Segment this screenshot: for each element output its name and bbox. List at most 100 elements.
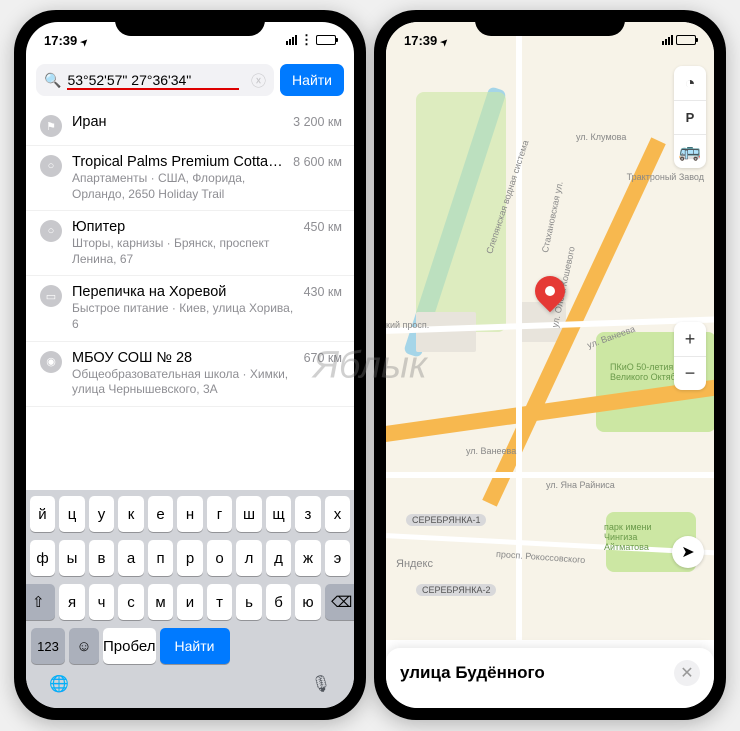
emoji-key[interactable]: ☺ xyxy=(69,628,99,664)
letter-key[interactable]: з xyxy=(295,496,321,532)
result-distance: 450 км xyxy=(304,220,342,234)
road xyxy=(516,22,522,640)
phone-left: 17:39 ⋮ 🔍 53°52'57" 27°36'34" ⓧ Найти xyxy=(14,10,366,720)
result-item[interactable]: ▭ Перепичка на Хоревой Быстрое питание ·… xyxy=(26,276,354,341)
letter-key[interactable]: м xyxy=(148,584,174,620)
letter-key[interactable]: я xyxy=(59,584,85,620)
area-badge: СЕРЕБРЯНКА-1 xyxy=(406,514,486,526)
numbers-key[interactable]: 123 xyxy=(31,628,65,664)
letter-key[interactable]: л xyxy=(236,540,262,576)
letter-key[interactable]: ю xyxy=(295,584,321,620)
result-title: МБОУ СОШ № 28 xyxy=(72,350,300,366)
letter-key[interactable]: в xyxy=(89,540,115,576)
search-button[interactable]: Найти xyxy=(280,64,344,96)
letter-key[interactable]: г xyxy=(207,496,233,532)
letter-key[interactable]: у xyxy=(89,496,115,532)
letter-key[interactable]: т xyxy=(207,584,233,620)
letter-key[interactable]: о xyxy=(207,540,233,576)
park-area xyxy=(416,92,506,332)
map-brand-label: Яндекс xyxy=(396,558,433,570)
location-panel[interactable]: улица Будённого ✕ xyxy=(386,648,714,708)
result-item[interactable]: ○ Tropical Palms Premium Cottage 19 Апар… xyxy=(26,146,354,211)
wifi-icon: ⋮ xyxy=(300,32,313,48)
road xyxy=(386,472,714,478)
result-title: Юпитер xyxy=(72,219,300,235)
letter-key[interactable]: й xyxy=(30,496,56,532)
transit-icon[interactable]: 🚌 xyxy=(674,134,706,168)
space-key[interactable]: Пробел xyxy=(103,628,156,664)
letter-key[interactable]: п xyxy=(148,540,174,576)
street-label: просп. Рокоссовского xyxy=(496,549,586,565)
letter-key[interactable]: х xyxy=(325,496,351,532)
letter-key[interactable]: д xyxy=(266,540,292,576)
zoom-in-button[interactable]: + xyxy=(674,322,706,356)
result-subtitle: Общеобразовательная школа · Химки, улица… xyxy=(72,367,300,398)
letter-key[interactable]: с xyxy=(118,584,144,620)
letter-key[interactable]: е xyxy=(148,496,174,532)
letter-key[interactable]: б xyxy=(266,584,292,620)
signal-icon xyxy=(286,35,297,45)
letter-key[interactable]: а xyxy=(118,540,144,576)
traffic-icon[interactable]: ◔ xyxy=(674,66,706,100)
letter-key[interactable]: э xyxy=(325,540,351,576)
zoom-out-button[interactable]: − xyxy=(674,356,706,390)
result-subtitle: Быстрое питание · Киев, улица Хорива, 6 xyxy=(72,301,300,332)
notch xyxy=(475,10,625,36)
search-box[interactable]: 🔍 53°52'57" 27°36'34" ⓧ xyxy=(36,64,274,96)
street-label: Стахановская ул. xyxy=(540,180,565,253)
screen-search: 17:39 ⋮ 🔍 53°52'57" 27°36'34" ⓧ Найти xyxy=(26,22,354,708)
street-label: кий просп. xyxy=(386,320,429,330)
letter-key[interactable]: ф xyxy=(30,540,56,576)
result-item[interactable]: ⚑ Иран 3 200 км xyxy=(26,106,354,146)
enter-key[interactable]: Найти xyxy=(160,628,230,664)
mic-icon[interactable]: 🎙 xyxy=(311,674,331,694)
close-icon[interactable]: ✕ xyxy=(674,660,700,686)
map-canvas[interactable]: 17:39 xyxy=(386,22,714,640)
backspace-key[interactable]: ⌫ xyxy=(325,584,354,620)
globe-icon[interactable]: 🌐 xyxy=(49,674,69,694)
result-item[interactable]: ○ Юпитер Шторы, карнизы · Брянск, проспе… xyxy=(26,211,354,276)
letter-key[interactable]: и xyxy=(177,584,203,620)
parking-icon[interactable]: P xyxy=(674,100,706,134)
results-list: ⚑ Иран 3 200 км ○ Tropical Palms Premium… xyxy=(26,102,354,411)
letter-key[interactable]: н xyxy=(177,496,203,532)
letter-key[interactable]: к xyxy=(118,496,144,532)
location-arrow-icon xyxy=(441,33,449,48)
search-query: 53°52'57" 27°36'34" xyxy=(67,72,191,88)
compass-icon[interactable]: ➤ xyxy=(672,536,704,568)
map-layers-control: ◔ P 🚌 xyxy=(674,66,706,168)
result-subtitle: Апартаменты · США, Флорида, Орландо, 265… xyxy=(72,171,289,202)
letter-key[interactable]: ж xyxy=(295,540,321,576)
letter-key[interactable]: ы xyxy=(59,540,85,576)
status-time: 17:39 xyxy=(44,33,77,48)
letter-key[interactable]: ш xyxy=(236,496,262,532)
battery-icon xyxy=(316,35,336,45)
lodging-icon: ○ xyxy=(40,155,62,177)
query-underline xyxy=(67,88,239,90)
result-distance: 8 600 км xyxy=(293,155,342,169)
street-label: ул. Ванеева xyxy=(466,446,516,456)
school-icon: ◉ xyxy=(40,351,62,373)
letter-key[interactable]: ч xyxy=(89,584,115,620)
shift-key[interactable]: ⇧ xyxy=(26,584,55,620)
screen-map: 17:39 xyxy=(386,22,714,708)
result-item[interactable]: ◉ МБОУ СОШ № 28 Общеобразовательная школ… xyxy=(26,342,354,407)
clear-icon[interactable]: ⓧ xyxy=(251,70,266,91)
status-time: 17:39 xyxy=(404,33,437,48)
food-icon: ▭ xyxy=(40,285,62,307)
letter-key[interactable]: ь xyxy=(236,584,262,620)
metro-label: Трактроный Завод xyxy=(627,172,704,182)
result-title: Tropical Palms Premium Cottage 19 xyxy=(72,154,289,170)
street-label: ул. Яна Райниса xyxy=(546,480,615,490)
area-badge: СЕРЕБРЯНКА-2 xyxy=(416,584,496,596)
signal-icon xyxy=(662,35,673,45)
result-title: Иран xyxy=(72,114,289,130)
letter-key[interactable]: ц xyxy=(59,496,85,532)
letter-key[interactable]: щ xyxy=(266,496,292,532)
panel-title: улица Будённого xyxy=(400,663,545,683)
letter-key[interactable]: р xyxy=(177,540,203,576)
phone-right: 17:39 xyxy=(374,10,726,720)
search-input[interactable]: 53°52'57" 27°36'34" xyxy=(67,72,245,88)
keyboard: йцукенгшщзх фывапролджэ ⇧ ячсмитьбю ⌫ 12… xyxy=(26,490,354,708)
result-subtitle: Шторы, карнизы · Брянск, проспект Ленина… xyxy=(72,236,300,267)
